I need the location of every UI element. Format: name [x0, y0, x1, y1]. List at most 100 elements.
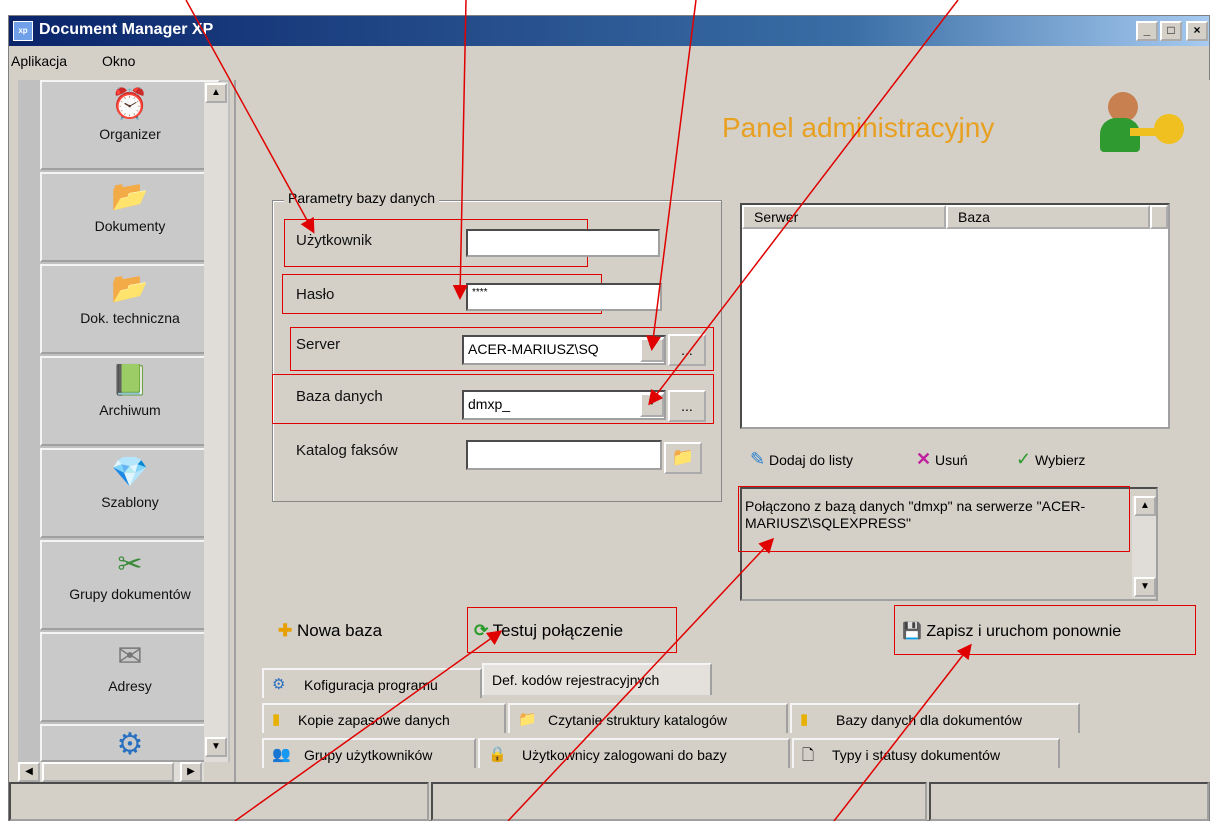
menu-okno[interactable]: Okno [102, 53, 135, 69]
database-icon: ▮ [272, 711, 281, 728]
sidebar-item-dok-techniczna[interactable]: 📂 Dok. techniczna [40, 264, 220, 354]
add-to-list-button[interactable]: ✎ Dodaj do listy [750, 449, 853, 470]
tab-user-groups[interactable]: 👥 Grupy użytkowników [262, 738, 476, 768]
minimize-button[interactable]: _ [1136, 21, 1158, 41]
user-input[interactable] [466, 229, 660, 257]
password-input[interactable]: **** [466, 283, 662, 311]
checkmark-icon: ✓ [1016, 449, 1032, 469]
panel-title: Panel administracyjny [722, 112, 995, 143]
tab-catalog-structure[interactable]: 📁 Czytanie struktury katalogów [508, 703, 788, 733]
group-title: Parametry bazy danych [284, 190, 440, 206]
sidebar-item-dokumenty[interactable]: 📂 Dokumenty [40, 172, 220, 262]
tab-label: Czytanie struktury katalogów [548, 712, 727, 728]
new-database-button[interactable]: ✚ Nowa baza [278, 621, 382, 641]
test-connection-label: Testuj połączenie [492, 621, 624, 640]
folder-icon: 📂 [111, 180, 149, 213]
column-header-empty [1150, 205, 1168, 229]
settings-icon: ⚙ [116, 728, 144, 761]
server-browse-button[interactable]: ... [668, 334, 706, 366]
user-label: Użytkownik [296, 232, 372, 249]
column-header-baza[interactable]: Baza [946, 205, 1150, 229]
status-bar-panel-3 [929, 782, 1209, 821]
sidebar: ⏰ Organizer 📂 Dokumenty 📂 Dok. techniczn… [18, 80, 230, 762]
sidebar-item-label: Szablony [101, 494, 159, 510]
memo-scroll-down-button[interactable]: ▼ [1134, 577, 1156, 597]
sidebar-vertical-scrollbar[interactable] [204, 82, 228, 762]
organizer-icon: ⏰ [111, 88, 149, 121]
scroll-right-button[interactable]: ▶ [180, 762, 202, 782]
server-select-value: ACER-MARIUSZ\SQ [468, 341, 599, 357]
status-bar-panel-1 [9, 782, 429, 821]
sidebar-item-settings[interactable]: ⚙ [40, 724, 220, 762]
tech-folder-icon: 📂 [111, 272, 149, 305]
archive-book-icon: 📗 [111, 364, 149, 397]
remove-icon: ✕ [916, 449, 932, 469]
database-browse-button[interactable]: ... [668, 390, 706, 422]
tab-label: Kopie zapasowe danych [298, 712, 450, 728]
address-icon: ✉ [117, 640, 143, 673]
tab-registration-codes[interactable]: Def. kodów rejestracyjnych [482, 663, 712, 695]
database-select-value: dmxp_ [468, 396, 511, 412]
database-select[interactable]: dmxp_ [462, 390, 666, 420]
new-database-label: Nowa baza [296, 621, 383, 640]
memo-scroll-up-button[interactable]: ▲ [1134, 496, 1156, 516]
menu-aplikacja[interactable]: Aplikacja [11, 53, 67, 69]
folders-icon: 📁 [518, 711, 537, 728]
add-to-list-label: Dodaj do listy [768, 452, 854, 468]
tab-document-databases[interactable]: ▮ Bazy danych dla dokumentów [790, 703, 1080, 733]
tab-document-types[interactable]: 🗋 Typy i statusy dokumentów [792, 738, 1060, 768]
folder-browse-icon[interactable]: 📁 [664, 442, 702, 474]
tab-label: Def. kodów rejestracyjnych [492, 672, 660, 688]
save-restart-label: Zapisz i uruchom ponownie [926, 623, 1122, 640]
gear-icon: ⚙ [272, 676, 286, 693]
status-bar-panel-2 [431, 782, 927, 821]
sidebar-item-szablony[interactable]: 💎 Szablony [40, 448, 220, 538]
groups-icon: ✂ [117, 548, 143, 581]
tab-backups[interactable]: ▮ Kopie zapasowe danych [262, 703, 506, 733]
server-select[interactable]: ACER-MARIUSZ\SQ [462, 335, 666, 365]
tab-label: Kofiguracja programu [304, 677, 438, 693]
sidebar-item-archiwum[interactable]: 📗 Archiwum [40, 356, 220, 446]
lock-icon: 🔒 [488, 746, 507, 763]
app-logo-icon: xp [13, 21, 33, 41]
sidebar-item-label: Adresy [108, 678, 152, 694]
maximize-button[interactable]: □ [1160, 21, 1182, 41]
sidebar-item-label: Dokumenty [94, 218, 166, 234]
tab-program-config[interactable]: ⚙ Kofiguracja programu [262, 668, 482, 698]
menu-bar: Aplikacja Okno [9, 47, 1209, 73]
choose-button[interactable]: ✓ Wybierz [1016, 449, 1085, 470]
tab-label: Użytkownicy zalogowani do bazy [522, 747, 727, 763]
sidebar-item-organizer[interactable]: ⏰ Organizer [40, 80, 220, 170]
fax-catalog-input[interactable] [466, 440, 662, 470]
database-label: Baza danych [296, 388, 383, 405]
server-list[interactable] [740, 203, 1170, 429]
server-dropdown-arrow-icon[interactable]: ▼ [640, 338, 664, 362]
tab-label: Grupy użytkowników [304, 747, 433, 763]
window-title: Document Manager XP [39, 21, 214, 38]
key-icon [1130, 110, 1184, 152]
scroll-up-button[interactable]: ▲ [205, 83, 227, 103]
annotation-status-box [738, 486, 1130, 552]
sidebar-item-adresy[interactable]: ✉ Adresy [40, 632, 220, 722]
save-restart-button[interactable]: 💾 Zapisz i uruchom ponownie [902, 621, 1121, 641]
sidebar-item-label: Archiwum [99, 402, 161, 418]
column-header-serwer[interactable]: Serwer [742, 205, 946, 229]
test-connection-button[interactable]: ⟳ Testuj połączenie [474, 621, 623, 641]
tab-logged-users[interactable]: 🔒 Użytkownicy zalogowani do bazy [478, 738, 790, 768]
remove-button[interactable]: ✕ Usuń [916, 449, 968, 470]
database-dropdown-arrow-icon[interactable]: ▼ [640, 393, 664, 417]
tab-label: Bazy danych dla dokumentów [836, 712, 1022, 728]
scroll-down-button[interactable]: ▼ [205, 737, 227, 757]
sidebar-item-label: Dok. techniczna [80, 310, 180, 326]
choose-label: Wybierz [1034, 452, 1086, 468]
close-button[interactable]: × [1186, 21, 1208, 41]
save-disk-icon: 💾 [902, 623, 922, 640]
title-bar[interactable]: xp Document Manager XP [9, 16, 1209, 46]
scroll-thumb[interactable] [42, 762, 174, 782]
new-database-icon: ✚ [278, 621, 293, 640]
remove-label: Usuń [934, 452, 968, 468]
sidebar-item-grupy-dokumentow[interactable]: ✂ Grupy dokumentów [40, 540, 220, 630]
document-icon: 🗋 [802, 747, 815, 764]
refresh-icon: ⟳ [474, 621, 489, 640]
scroll-left-button[interactable]: ◀ [18, 762, 40, 782]
